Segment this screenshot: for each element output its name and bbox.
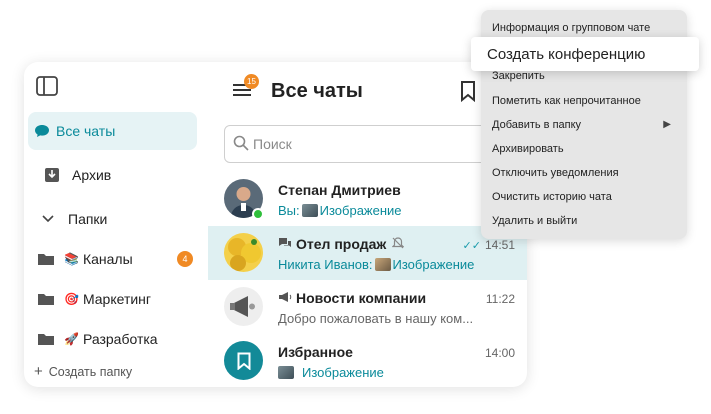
create-folder-button[interactable]: + Создать папку (34, 363, 132, 380)
sidebar: Все чаты Архив Папки 📚 Каналы 4 🎯 Маркет… (24, 62, 208, 387)
menu-item-add-to-folder[interactable]: Добавить в папку (492, 119, 581, 131)
messenger-window: Все чаты Архив Папки 📚 Каналы 4 🎯 Маркет… (24, 62, 527, 387)
rocket-emoji: 🚀 (64, 332, 79, 346)
sidebar-item-archive[interactable]: Архив (28, 156, 197, 194)
create-folder-label: Создать папку (48, 364, 133, 379)
group-chat-icon (278, 237, 292, 252)
preview-sender: Вы: (278, 203, 300, 218)
sidebar-item-label: Каналы (82, 251, 133, 267)
menu-unread-badge: 15 (244, 74, 259, 89)
sidebar-item-channels[interactable]: 📚 Каналы 4 (28, 240, 197, 278)
read-checks-icon: ✓✓ (462, 239, 481, 252)
menu-item-mark-unread[interactable]: Пометить как непрочитанное (492, 95, 641, 107)
folder-icon (36, 249, 56, 269)
chevron-down-icon (38, 209, 58, 229)
menu-item-mute[interactable]: Отключить уведомления (492, 167, 619, 179)
menu-item-delete-leave[interactable]: Удалить и выйти (492, 215, 577, 227)
sidebar-item-all-chats[interactable]: Все чаты (28, 112, 197, 150)
search-icon (233, 135, 249, 154)
chat-row[interactable]: Избранное Изображение 14:00 (208, 334, 527, 387)
menu-item-archive[interactable]: Архивировать (492, 143, 564, 155)
menu-item-clear-history[interactable]: Очистить историю чата (492, 191, 612, 203)
page-title: Все чаты (271, 80, 363, 102)
image-thumbnail (374, 258, 391, 271)
chat-row-selected[interactable]: Отел продаж Никита Иванов: Изображение ✓… (208, 226, 527, 280)
sidebar-item-label: Все чаты (56, 123, 116, 139)
chat-time: 14:00 (484, 346, 515, 360)
bookmark-icon[interactable] (460, 80, 476, 103)
archive-icon (42, 165, 62, 185)
chat-preview: Добро пожаловать в нашу ком... (278, 311, 473, 326)
avatar (224, 287, 263, 326)
chat-row[interactable]: Степан Дмитриев Вы: Изображение ✓✓ (208, 172, 527, 226)
folder-icon (36, 329, 56, 349)
submenu-arrow-icon: ▶ (663, 119, 671, 130)
search-input[interactable]: Поиск (224, 125, 521, 163)
sidebar-item-label: Папки (68, 211, 108, 227)
books-emoji: 📚 (64, 252, 79, 266)
chat-name: Отел продаж (278, 236, 405, 252)
favorites-avatar (224, 341, 263, 380)
preview-text: Изображение (392, 257, 475, 272)
preview-sender: Никита Иванов: (278, 257, 373, 272)
chat-bubble-icon (32, 121, 52, 141)
chat-preview: Изображение (278, 365, 384, 380)
sidebar-toggle-icon[interactable] (36, 76, 58, 96)
sidebar-item-label: Разработка (82, 331, 158, 347)
image-thumbnail (301, 204, 318, 217)
folder-icon (36, 289, 56, 309)
megaphone-icon (278, 291, 292, 306)
chat-row[interactable]: Новости компании Добро пожаловать в нашу… (208, 280, 527, 334)
plus-icon: + (34, 363, 43, 380)
muted-bell-icon (391, 236, 405, 252)
preview-text: Добро пожаловать в нашу ком... (278, 311, 474, 326)
unread-badge: 4 (177, 251, 193, 267)
target-emoji: 🎯 (64, 292, 79, 306)
menu-item-pin[interactable]: Закрепить (492, 70, 545, 82)
avatar (224, 233, 263, 272)
chat-time: ✓✓ 14:51 (462, 238, 515, 252)
sidebar-item-marketing[interactable]: 🎯 Маркетинг (28, 280, 197, 318)
menu-item-group-info[interactable]: Информация о групповом чате (492, 22, 650, 34)
search-placeholder: Поиск (253, 136, 292, 152)
chat-name: Степан Дмитриев (278, 182, 401, 198)
chat-preview: Вы: Изображение (278, 203, 402, 218)
sidebar-item-label: Архив (72, 167, 112, 183)
sidebar-item-label: Маркетинг (82, 291, 152, 307)
chat-name: Избранное (278, 344, 353, 360)
image-thumbnail (278, 366, 294, 379)
preview-text: Изображение (319, 203, 402, 218)
chat-preview: Никита Иванов: Изображение (278, 257, 474, 272)
chat-time: 11:22 (485, 292, 515, 306)
menu-item-create-conference[interactable]: Создать конференцию (471, 37, 699, 71)
online-indicator (252, 208, 264, 220)
sidebar-item-development[interactable]: 🚀 Разработка (28, 320, 197, 358)
chat-list-panel: 15 Все чаты Поиск Степан Дмитриев Вы: Из… (208, 62, 527, 387)
preview-text: Изображение (302, 365, 384, 380)
chat-name: Новости компании (278, 290, 426, 306)
sidebar-item-folders[interactable]: Папки (28, 200, 197, 238)
